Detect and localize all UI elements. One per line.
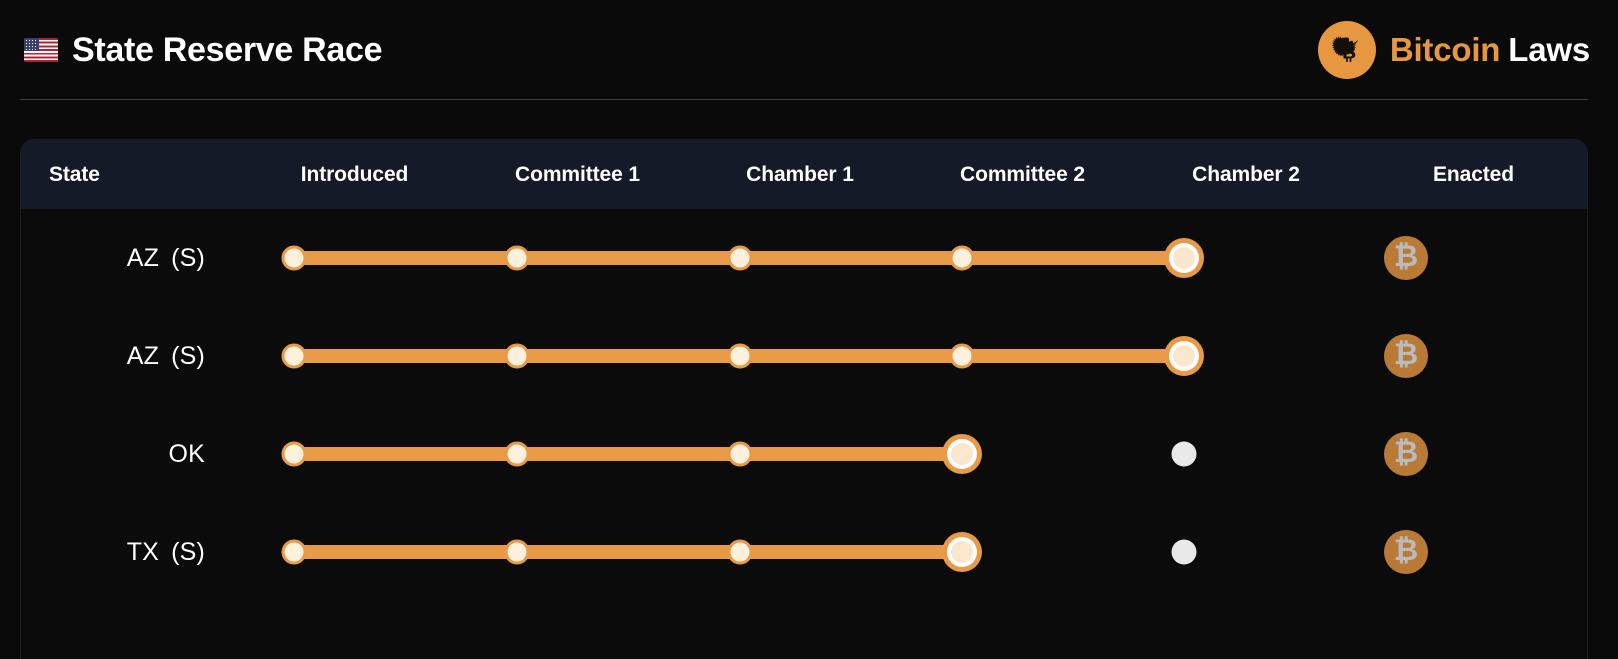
stage-node-introduced[interactable] [281,539,307,565]
column-header-chamber-2: Chamber 2 [1192,162,1300,186]
stage-node-committee-1[interactable] [504,539,530,565]
current-node-core [1173,345,1195,367]
bitcoin-symbol: ₿ [1393,435,1419,470]
bitcoin-icon[interactable]: ₿ [1384,530,1428,574]
title-group: State Reserve Race [20,30,383,70]
bitcoin-icon[interactable]: ₿ [1384,236,1428,280]
column-header-committee-1: Committee 1 [515,162,640,186]
progress-track: ₿ [21,307,1587,405]
column-header-state: State [49,162,100,186]
brand-logo-group[interactable]: Bitcoin Laws [1317,21,1598,79]
column-header-enacted: Enacted [1433,162,1514,186]
stage-node-chamber-2[interactable] [1164,336,1204,376]
stage-node-committee-2[interactable] [949,343,975,369]
us-flag-icon [24,38,58,62]
table-row[interactable]: TX (S) ₿ [21,503,1587,601]
brand-name: Bitcoin Laws [1390,31,1590,69]
bitcoin-icon[interactable]: ₿ [1384,334,1428,378]
current-node-core [951,541,973,563]
stage-node-chamber-2[interactable] [1171,441,1197,467]
stage-node-chamber-2[interactable] [1171,539,1197,565]
current-node-ring [1169,341,1199,371]
stage-node-committee-1[interactable] [504,245,530,271]
stage-node-chamber-1[interactable] [727,245,753,271]
stage-node-chamber-1[interactable] [727,539,753,565]
stage-node-committee-1[interactable] [504,343,530,369]
bitcoin-symbol: ₿ [1393,337,1419,372]
progress-track: ₿ [21,405,1587,503]
stage-node-committee-2[interactable] [949,245,975,271]
stage-node-committee-2[interactable] [942,434,982,474]
stage-node-chamber-1[interactable] [727,343,753,369]
stage-node-introduced[interactable] [281,245,307,271]
current-node-ring [1169,243,1199,273]
table-row[interactable]: AZ (S) ₿ [21,307,1587,405]
bitcoin-symbol: ₿ [1393,533,1419,568]
stage-node-introduced[interactable] [281,441,307,467]
stage-node-committee-2[interactable] [942,532,982,572]
bitcoin-symbol: ₿ [1393,239,1419,274]
brand-name-primary: Bitcoin [1389,31,1501,68]
current-node-core [1173,247,1195,269]
current-node-core [951,443,973,465]
table-header-row: State Introduced Committee 1 Chamber 1 C… [21,140,1587,209]
progress-track: ₿ [21,209,1587,307]
table-row[interactable]: AZ (S) ₿ [21,209,1587,307]
progress-fill-bar [294,545,962,559]
bitcoin-icon[interactable]: ₿ [1384,432,1428,476]
current-node-ring [947,537,977,567]
stage-node-chamber-1[interactable] [727,441,753,467]
current-node-ring [947,439,977,469]
column-header-committee-2: Committee 2 [960,162,1085,186]
state-reserve-race-table: State Introduced Committee 1 Chamber 1 C… [20,139,1588,659]
stage-node-committee-1[interactable] [504,441,530,467]
progress-track: ₿ [21,503,1587,601]
table-body: AZ (S) ₿ AZ (S) ₿ OK ₿ TX (S) ₿ [21,209,1587,601]
column-header-chamber-1: Chamber 1 [746,162,854,186]
table-row[interactable]: OK ₿ [21,405,1587,503]
page-header: State Reserve Race Bitcoin Laws [0,0,1618,100]
page-title: State Reserve Race [72,30,383,69]
progress-fill-bar [294,447,962,461]
stage-node-chamber-2[interactable] [1164,238,1204,278]
column-header-introduced: Introduced [300,162,409,186]
stage-node-introduced[interactable] [281,343,307,369]
bitcoin-eagle-seal-icon [1317,21,1376,79]
brand-name-secondary: Laws [1508,31,1590,68]
